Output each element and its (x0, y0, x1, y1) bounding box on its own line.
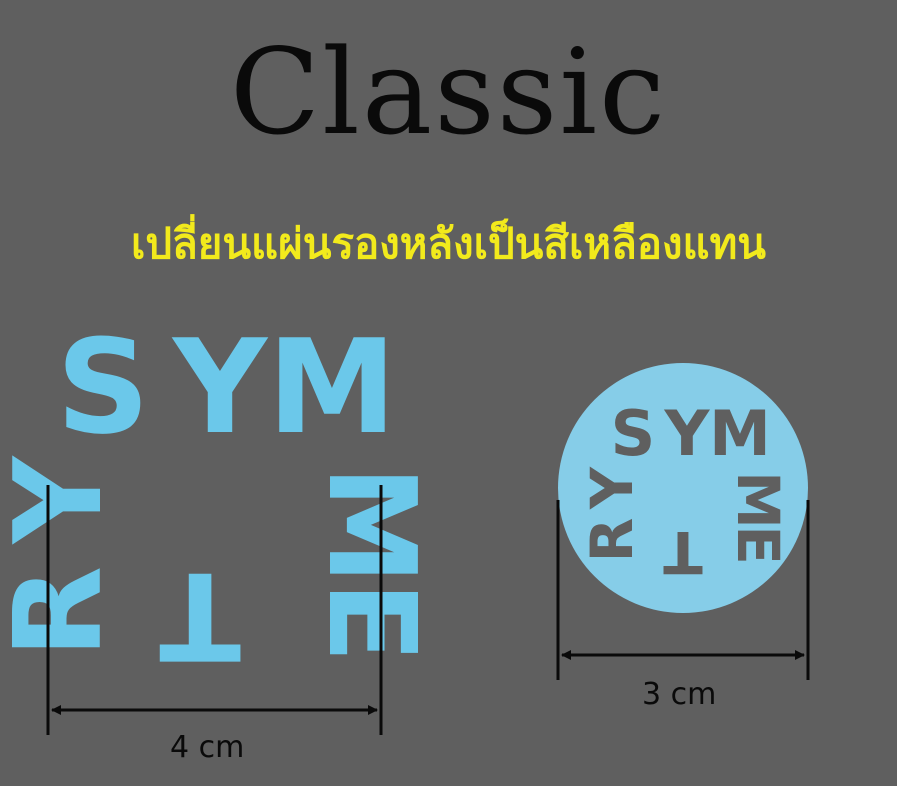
logo-letter-r-left: R (0, 566, 129, 658)
round-letter-t-bottom: T (663, 518, 703, 586)
round-logo: S Y M M E Y R T (558, 363, 808, 613)
logo-letter-e-right: E (301, 581, 440, 663)
width-label-3cm: 3 cm (642, 677, 717, 712)
width-label-4cm: 4 cm (170, 730, 245, 765)
round-letter-s: S (611, 397, 656, 470)
round-letter-y-left: Y (578, 466, 646, 510)
round-letter-r-left: R (578, 518, 646, 563)
square-logo: S Y M M E Y R T (0, 311, 440, 684)
logo-letter-y-left: Y (0, 454, 129, 545)
round-letter-y: Y (664, 397, 711, 470)
round-letter-m: M (709, 397, 771, 470)
round-letter-e-right: E (724, 525, 792, 565)
logo-letter-t-bottom: T (159, 545, 241, 684)
logo-artwork: S Y M M E Y R T S Y M M E Y R T (0, 311, 810, 735)
logo-letter-y-top: Y (171, 311, 269, 463)
logo-letter-s-top: S (56, 311, 150, 463)
round-letter-m-right: M (724, 471, 792, 529)
logo-letter-m-right: M (301, 465, 440, 584)
logo-letter-m-top: M (267, 311, 396, 463)
